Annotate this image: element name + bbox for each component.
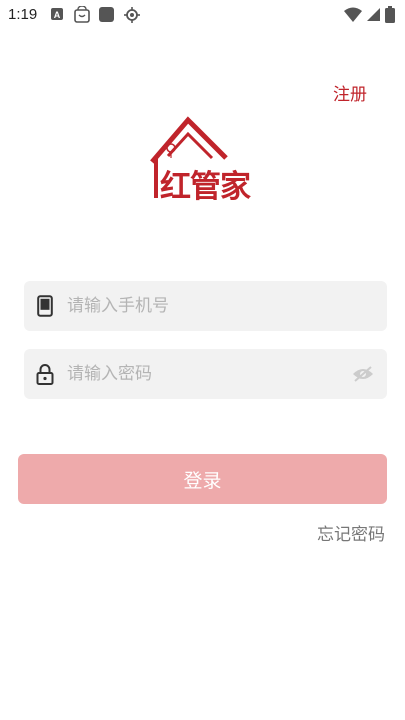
signal-icon [366, 7, 381, 26]
phone-input[interactable] [67, 281, 387, 331]
square-notification-icon [98, 6, 115, 27]
password-field[interactable] [24, 349, 387, 399]
register-link[interactable]: 注册 [333, 80, 367, 105]
forgot-password-link[interactable]: 忘记密码 [317, 520, 385, 545]
app-logo: 红管家 [146, 112, 264, 205]
battery-icon [385, 6, 395, 27]
svg-text:A: A [54, 10, 61, 20]
password-input[interactable] [67, 349, 351, 399]
lock-icon [35, 362, 55, 386]
a-notification-icon: A [50, 6, 64, 26]
logo-text: 红管家 [160, 169, 251, 205]
eye-hidden-icon[interactable] [351, 362, 375, 386]
status-bar: 1:19 A [0, 0, 405, 30]
phone-field[interactable] [24, 281, 387, 331]
wifi-icon [344, 7, 362, 27]
bag-notification-icon [73, 5, 91, 28]
status-time: 1:19 [8, 6, 38, 23]
location-icon [123, 6, 141, 28]
phone-icon [35, 294, 55, 318]
login-button[interactable]: 登录 [18, 454, 387, 504]
